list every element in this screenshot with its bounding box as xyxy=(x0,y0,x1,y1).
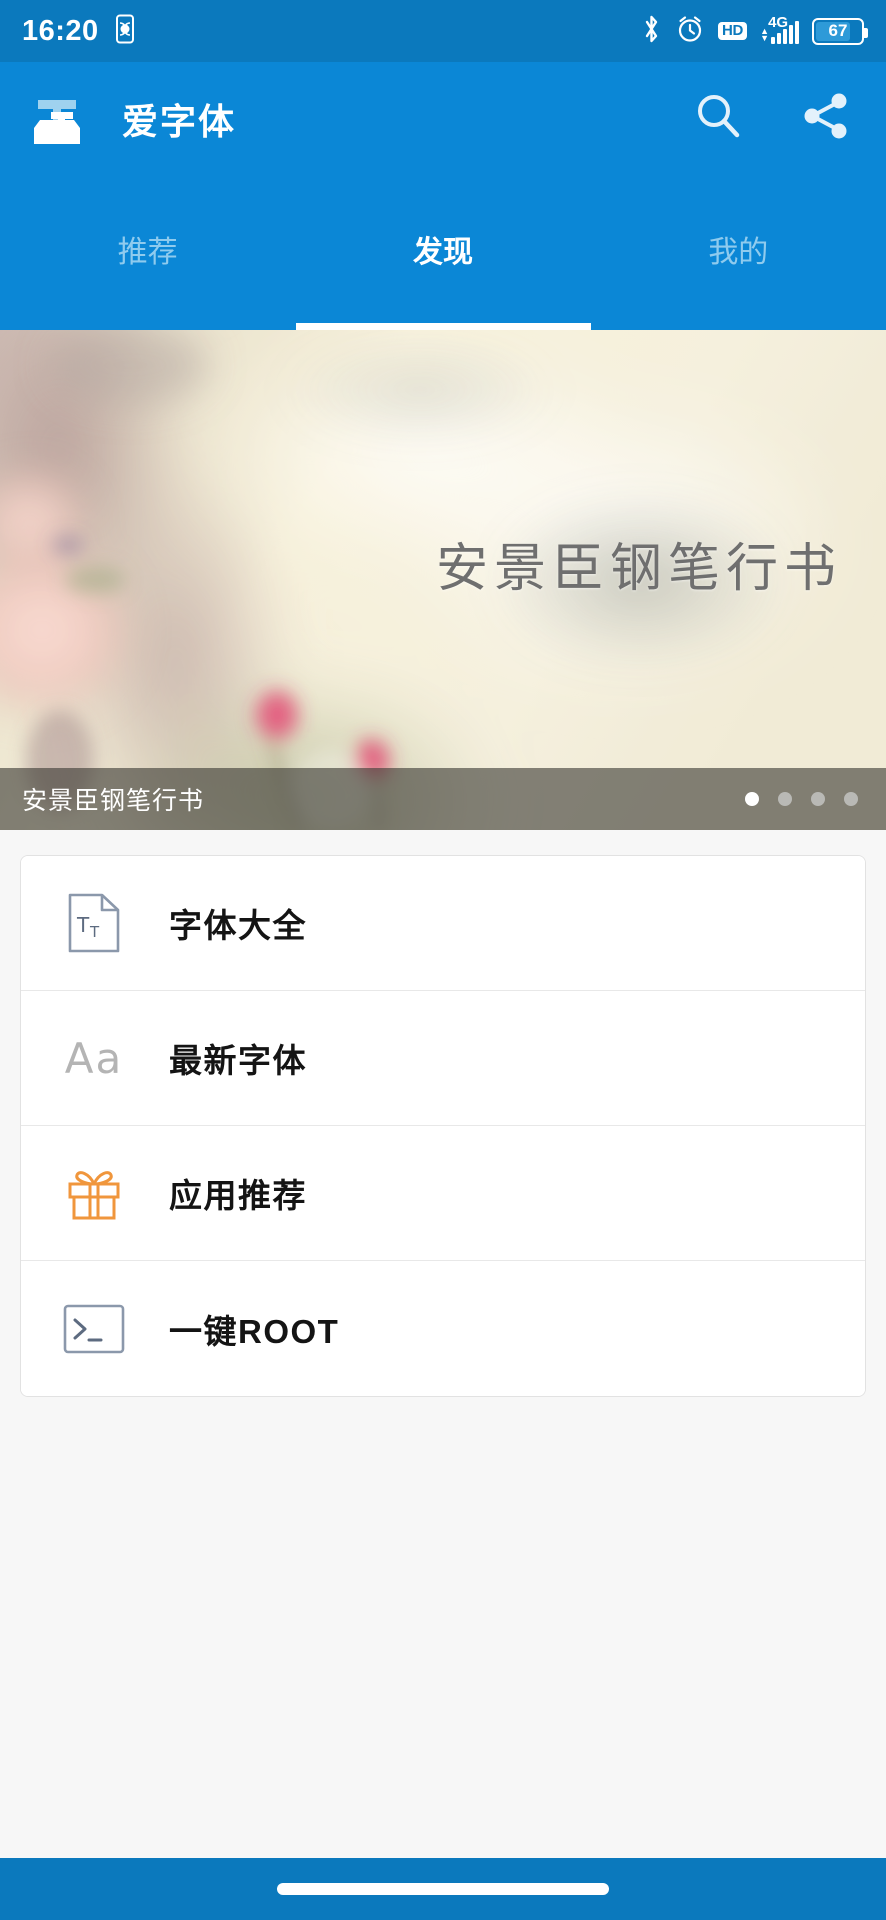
status-bar: 16:20 HD 4G ▲ ▼ 67 xyxy=(0,0,886,62)
menu-card: T T 字体大全 Aa 最新字体 应用推荐 一键ROOT xyxy=(20,855,866,1397)
tab-recommend[interactable]: 推荐 xyxy=(0,175,295,330)
battery-icon: 67 xyxy=(812,17,868,45)
tab-label: 我的 xyxy=(708,235,769,269)
banner-caption-text: 安景臣钢笔行书 xyxy=(22,787,205,815)
gift-icon xyxy=(63,1162,125,1224)
alarm-icon xyxy=(675,14,705,49)
aa-icon-text: Aa xyxy=(64,1033,124,1083)
banner-title: 安景臣钢笔行书 xyxy=(435,539,842,599)
terminal-icon xyxy=(63,1298,125,1360)
carousel-dot[interactable] xyxy=(778,792,792,806)
tab-mine[interactable]: 我的 xyxy=(591,175,886,330)
list-item-label: 最新字体 xyxy=(169,1042,307,1079)
svg-text:T: T xyxy=(76,913,90,937)
list-item-latest-fonts[interactable]: Aa 最新字体 xyxy=(21,991,865,1126)
aa-text-icon: Aa xyxy=(63,1027,125,1089)
list-item-label: 应用推荐 xyxy=(169,1177,307,1214)
status-bar-right: HD 4G ▲ ▼ 67 xyxy=(641,14,868,49)
app-title: 爱字体 xyxy=(122,100,237,142)
network-type-label: 4G xyxy=(768,14,789,31)
tab-discover[interactable]: 发现 xyxy=(295,175,590,330)
hd-icon: HD xyxy=(718,22,748,40)
app-bar: 爱字体 xyxy=(0,62,886,175)
status-bar-left: 16:20 xyxy=(22,14,137,49)
carousel-dot[interactable] xyxy=(745,792,759,806)
tab-label: 发现 xyxy=(412,235,473,269)
carousel-dots[interactable] xyxy=(745,792,864,806)
tab-label: 推荐 xyxy=(117,235,178,269)
carousel-dot[interactable] xyxy=(844,792,858,806)
list-item-label: 一键ROOT xyxy=(169,1312,340,1350)
network-signal-icon: 4G ▲ ▼ xyxy=(760,14,799,44)
status-clock: 16:20 xyxy=(22,14,99,47)
app-bar-actions xyxy=(692,90,860,147)
tab-indicator xyxy=(296,323,591,330)
banner-carousel[interactable]: 安景臣钢笔行书 安景臣钢笔行书 xyxy=(0,330,886,830)
vibrate-icon xyxy=(113,14,137,49)
tab-bar: 推荐 发现 我的 xyxy=(0,175,886,330)
carousel-dot[interactable] xyxy=(811,792,825,806)
font-document-icon: T T xyxy=(63,892,125,954)
list-item-one-key-root[interactable]: 一键ROOT xyxy=(21,1261,865,1396)
battery-percent: 67 xyxy=(828,21,848,40)
bluetooth-icon xyxy=(641,14,662,49)
list-item-label: 字体大全 xyxy=(169,907,307,944)
system-navigation-bar xyxy=(0,1858,886,1920)
home-gesture-pill[interactable] xyxy=(277,1883,609,1895)
app-screen: 16:20 HD 4G ▲ ▼ 67 爱字体 推荐 发现 我的 安景臣钢笔行书 … xyxy=(0,0,886,1920)
list-item-font-library[interactable]: T T 字体大全 xyxy=(21,856,865,991)
list-item-app-recommend[interactable]: 应用推荐 xyxy=(21,1126,865,1261)
search-icon[interactable] xyxy=(692,90,744,147)
svg-text:T: T xyxy=(89,923,100,941)
banner-caption-bar: 安景臣钢笔行书 xyxy=(0,768,886,830)
share-icon[interactable] xyxy=(800,90,852,147)
app-logo-icon[interactable] xyxy=(26,88,88,150)
